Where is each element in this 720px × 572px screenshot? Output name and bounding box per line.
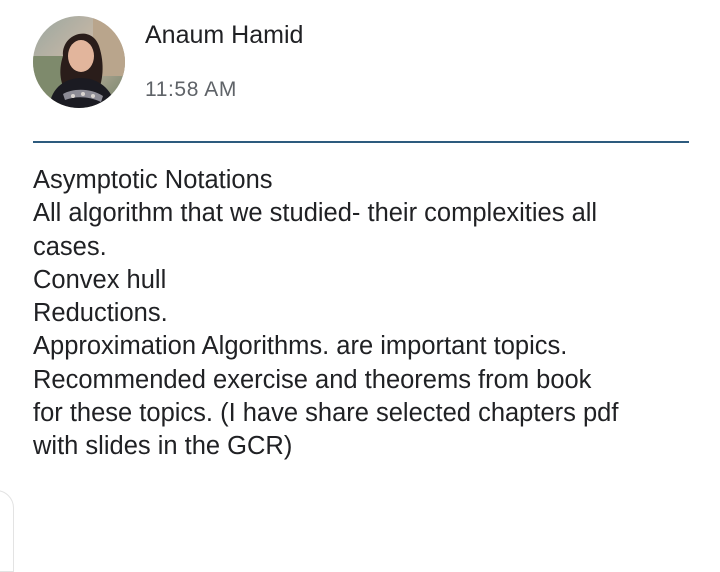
post-body-line: cases.: [33, 232, 107, 261]
post-timestamp: 11:58 AM: [145, 78, 237, 101]
card-edge: [0, 490, 14, 572]
author-name[interactable]: Anaum Hamid: [145, 19, 303, 51]
post-body-line: with slides in the GCR): [33, 432, 293, 461]
post-body-line: for these topics. (I have share selected…: [33, 399, 619, 428]
post-body-line: Approximation Algorithms. are important …: [33, 332, 568, 361]
avatar[interactable]: [33, 16, 125, 108]
divider: [33, 141, 689, 143]
post-body-line: Convex hull: [33, 265, 167, 294]
user-avatar-icon: [33, 16, 125, 108]
post-body-line: Reductions.: [33, 299, 168, 328]
announcement-post: Anaum Hamid 11:58 AM Asymptotic Notation…: [0, 0, 720, 572]
post-body-line: Recommended exercise and theorems from b…: [33, 365, 592, 394]
post-body: Asymptotic Notations All algorithm that …: [33, 164, 693, 464]
post-body-line: All algorithm that we studied- their com…: [33, 199, 598, 228]
post-body-line: Asymptotic Notations: [33, 166, 273, 194]
